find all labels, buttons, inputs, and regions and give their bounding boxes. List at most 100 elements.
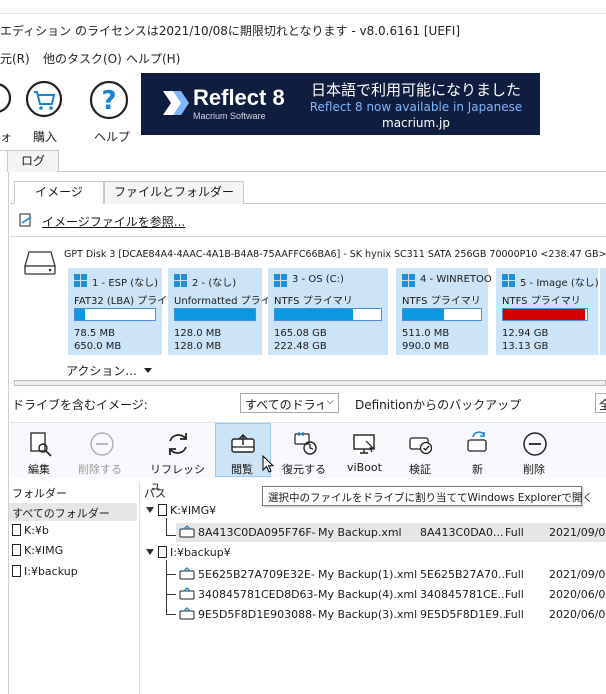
folder-item-label: I:¥backup xyxy=(24,565,78,578)
partition-3[interactable]: 3 - OS (C:) NTFS プライマリ 165.08 GB 222.48 … xyxy=(268,268,388,355)
viboot-button[interactable]: viBoot xyxy=(340,426,390,478)
row-image-name: 9E5D5F8D1E9... xyxy=(420,608,510,621)
folder-file-icon xyxy=(12,544,21,556)
group-file-icon xyxy=(158,546,167,558)
new-label: 新 xyxy=(472,463,483,476)
group-path: K:¥IMG¥ xyxy=(170,504,217,517)
new-button[interactable]: 新 xyxy=(456,426,500,478)
partition-4[interactable]: 4 - WINRETOO NTFS プライマリ 511.0 MB 990.0 M… xyxy=(396,268,492,355)
verify-label: 検証 xyxy=(409,463,431,476)
svg-text:?: ? xyxy=(101,86,116,116)
buy-button[interactable] xyxy=(25,80,63,118)
partition-usage-bar xyxy=(174,308,256,321)
delete-icon xyxy=(523,432,547,456)
tooltip-text: 選択中のファイルをドライブに割り当ててWindows Explorerで開く xyxy=(268,492,593,504)
menu-restore[interactable]: 元(R) xyxy=(0,50,30,67)
definition-filter-value: 全 xyxy=(599,398,606,412)
help-button[interactable]: ? xyxy=(89,80,129,120)
disk-map-scrollbar[interactable] xyxy=(14,380,606,386)
row-definition: My Backup(1).xml xyxy=(318,568,418,581)
path-column-header: パス xyxy=(144,487,166,500)
definition-label: Definitionからのバックアップ xyxy=(355,398,522,412)
row-type: Full xyxy=(505,568,524,581)
verify-icon xyxy=(409,437,433,455)
folder-item-k-img[interactable]: K:¥IMG xyxy=(12,544,63,557)
partition-type: NTFS プライマリ xyxy=(402,296,481,307)
column-splitter[interactable] xyxy=(139,482,140,694)
verify-button[interactable]: 検証 xyxy=(398,426,444,478)
row-date: 2020/06/08 xyxy=(549,588,606,601)
folder-item-k-b[interactable]: K:¥b xyxy=(12,524,49,537)
partial-toolbar-button[interactable] xyxy=(0,80,12,116)
tab-files-folders[interactable]: ファイルとフォルダー xyxy=(104,181,244,204)
menu-help[interactable]: ヘルプ(H) xyxy=(126,50,180,67)
window-title: エディション のライセンスは2021/10/08に期限切れとなります - v8.… xyxy=(0,24,461,38)
row-image-id: 5E625B27A709E32E- xyxy=(198,568,315,581)
chevron-down-icon xyxy=(144,368,153,373)
table-row[interactable]: 8A413C0DA095F76F- My Backup.xml 8A413C0D… xyxy=(176,523,606,542)
banner-brand-sub: Macrium Software xyxy=(193,111,266,121)
tab-log[interactable]: ログ xyxy=(7,150,59,172)
remove-button[interactable]: 削除する xyxy=(76,426,128,478)
partition-used: 511.0 MB xyxy=(402,328,450,339)
menu-other-tasks[interactable]: 他のタスク(O) xyxy=(43,50,122,67)
group-row-i-backup[interactable]: I:¥backup¥ xyxy=(146,546,231,559)
table-row[interactable]: 5E625B27A709E32E- My Backup(1).xml 5E625… xyxy=(176,565,606,584)
edit-label: 編集 xyxy=(28,463,50,476)
partition-title: 2 - (なし) xyxy=(192,278,237,289)
edit-icon xyxy=(30,432,52,457)
image-file-icon xyxy=(179,587,195,600)
partition-2[interactable]: 2 - (なし) Unformatted プライ 128.0 MB 128.0 … xyxy=(168,268,271,355)
partial-toolbar-label: ォ xyxy=(0,130,13,144)
delete-button[interactable]: 削除 xyxy=(512,426,558,478)
refresh-button[interactable]: リフレッシュ xyxy=(148,426,208,492)
row-type: Full xyxy=(505,608,524,621)
row-date: 2020/06/08 xyxy=(549,608,606,621)
partition-usage-bar xyxy=(502,308,588,321)
partition-type: FAT32 (LBA) プライ xyxy=(74,296,168,307)
drive-filter-select[interactable]: すべてのドライブ ⌵ xyxy=(240,393,339,413)
edit-button[interactable]: 編集 xyxy=(16,426,64,478)
minus-circle-icon xyxy=(90,432,114,456)
window-top-edge xyxy=(0,0,606,14)
banner-en-text: Reflect 8 now available in Japanese xyxy=(309,100,523,114)
delete-label: 削除 xyxy=(523,463,545,476)
banner-brand: Reflect 8 xyxy=(193,85,285,110)
browse-icon xyxy=(231,433,255,453)
title-bar: エディション のライセンスは2021/10/08に期限切れとなります - v8.… xyxy=(0,14,606,46)
table-row[interactable]: 340845781CED8D63- My Backup(4).xml 34084… xyxy=(176,585,606,604)
tab-image-label: イメージ xyxy=(35,185,83,199)
restore-button[interactable]: 復元する xyxy=(280,426,332,478)
image-file-icon xyxy=(179,525,195,538)
partition-5[interactable]: 5 - Image (なし) NTFS プライマリ 12.94 GB 13.13… xyxy=(496,268,599,355)
group-row-k-img[interactable]: K:¥IMG¥ xyxy=(146,504,216,517)
actions-dropdown[interactable]: アクション... xyxy=(66,362,153,378)
row-date: 2021/09/08 xyxy=(549,568,606,581)
partition-title: 3 - OS (C:) xyxy=(292,274,344,285)
partition-title: 4 - WINRETOO xyxy=(420,274,492,285)
partition-type: NTFS プライマリ xyxy=(502,296,581,307)
tree-connector xyxy=(166,574,176,575)
tab-log-label: ログ xyxy=(20,154,45,168)
disk-header: GPT Disk 3 [DCAE84A4-4AAC-4A1B-B4A8-75AA… xyxy=(64,249,606,260)
folder-item-i-backup[interactable]: I:¥backup xyxy=(12,565,78,578)
restore-label: 復元する xyxy=(282,463,326,476)
tree-connector xyxy=(166,560,176,614)
folder-item-all[interactable]: すべてのフォルダー xyxy=(9,503,137,521)
main-tab-row: ログ xyxy=(0,148,606,172)
partition-6-edge[interactable] xyxy=(600,268,606,355)
viboot-label: viBoot xyxy=(347,461,382,474)
tab-image[interactable]: イメージ xyxy=(14,181,104,204)
partial-icon xyxy=(0,83,12,113)
partition-total: 128.0 MB xyxy=(174,341,222,352)
partition-title: 5 - Image (なし) xyxy=(520,278,599,289)
partition-1[interactable]: 1 - ESP (なし) FAT32 (LBA) プライ 78.5 MB 650… xyxy=(68,268,167,355)
folder-item-label: K:¥IMG xyxy=(24,544,64,557)
partition-total: 990.0 MB xyxy=(402,341,450,352)
table-row[interactable]: 9E5D5F8D1E903088- My Backup(3).xml 9E5D5… xyxy=(176,605,606,624)
promo-banner[interactable]: Reflect 8 Macrium Software 日本語で利用可能になりまし… xyxy=(141,73,540,135)
browse-tooltip: 選択中のファイルをドライブに割り当ててWindows Explorerで開く xyxy=(262,486,593,506)
definition-filter-select[interactable]: 全 xyxy=(595,393,606,413)
chevron-down-icon: ⌵ xyxy=(326,396,334,407)
row-type: Full xyxy=(505,588,524,601)
